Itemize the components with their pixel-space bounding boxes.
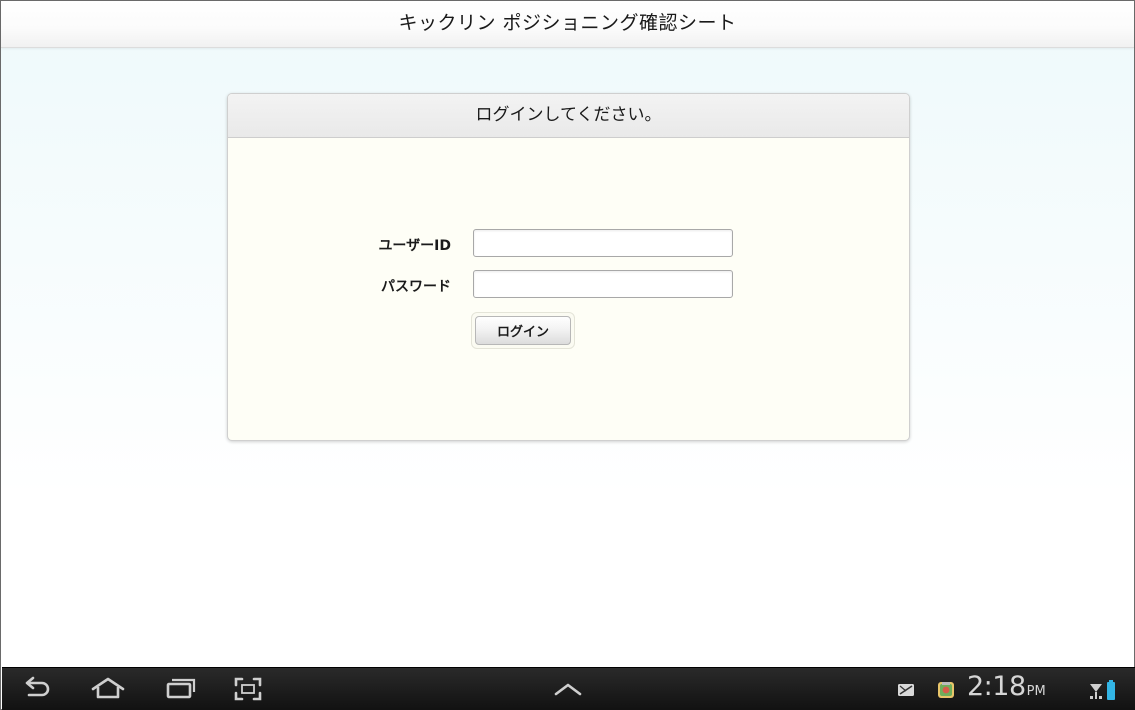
login-panel: ログインしてください。 ユーザーID パスワード ログイン <box>227 93 910 441</box>
login-button-frame: ログイン <box>471 312 575 349</box>
login-button[interactable]: ログイン <box>475 316 571 345</box>
signal-icon <box>1089 680 1103 700</box>
notification-app-icon[interactable] <box>937 681 955 699</box>
clock-ampm: PM <box>1026 684 1046 699</box>
app-header: キックリン ポジショニング確認シート <box>1 1 1134 48</box>
status-clock: 2:18PM <box>967 671 1067 702</box>
clock-time: 2:18 <box>967 671 1026 702</box>
user-id-input[interactable] <box>473 229 733 257</box>
chevron-up-icon[interactable] <box>550 676 586 702</box>
home-icon[interactable] <box>90 676 126 702</box>
screenshot-icon[interactable] <box>230 676 266 702</box>
back-icon[interactable] <box>20 676 56 702</box>
notification-mail-icon[interactable] <box>897 681 915 699</box>
password-label: パスワード <box>381 279 451 295</box>
app-title: キックリン ポジショニング確認シート <box>398 12 737 34</box>
password-input[interactable] <box>473 270 733 298</box>
login-panel-header: ログインしてください。 <box>228 94 909 138</box>
user-id-label: ユーザーID <box>378 238 451 254</box>
system-navigation-bar: 2:18PM <box>2 667 1135 710</box>
login-panel-title: ログインしてください。 <box>475 105 662 125</box>
battery-icon <box>1107 680 1115 700</box>
recent-apps-icon[interactable] <box>162 676 198 702</box>
app-window: キックリン ポジショニング確認シート ログインしてください。 ユーザーID パス… <box>0 0 1135 710</box>
